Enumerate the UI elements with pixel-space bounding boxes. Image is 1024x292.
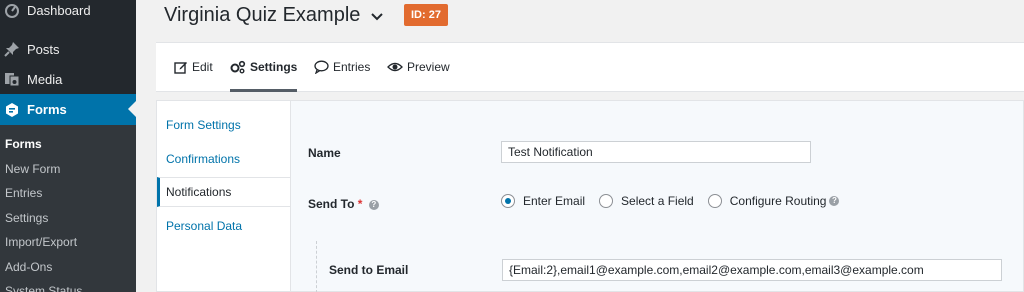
required-marker: * xyxy=(357,197,363,211)
radio-select-field[interactable]: Select a Field xyxy=(599,194,694,208)
form-id-badge: ID: 27 xyxy=(404,4,448,26)
help-icon[interactable]: ? xyxy=(829,196,840,206)
toolbar-label: Settings xyxy=(250,60,298,74)
send-to-label-text: Send To xyxy=(308,197,355,211)
radio-configure-routing[interactable]: Configure Routing ? xyxy=(707,194,840,208)
nav-confirmations[interactable]: Confirmations xyxy=(157,144,291,174)
toolbar-settings[interactable]: Settings xyxy=(230,43,298,92)
toolbar-entries[interactable]: Entries xyxy=(314,43,370,91)
submenu-item-new-form[interactable]: New Form xyxy=(5,162,60,176)
radio-button-checked[interactable] xyxy=(501,194,515,208)
gears-icon xyxy=(230,60,246,74)
radio-enter-email[interactable]: Enter Email xyxy=(501,194,585,208)
eye-icon xyxy=(387,62,403,72)
notification-settings-panel: Name Send To * ? Enter Email Select a Fi… xyxy=(290,100,1024,292)
submenu-item-system-status[interactable]: System Status xyxy=(5,284,82,292)
send-to-radio-group: Enter Email Select a Field Configure Rou… xyxy=(501,194,853,208)
submenu-item-forms[interactable]: Forms xyxy=(5,137,42,151)
send-to-email-section: Send to Email xyxy=(316,241,1024,292)
nav-personal-data[interactable]: Personal Data xyxy=(157,211,291,241)
chevron-down-icon[interactable] xyxy=(370,9,384,23)
name-input[interactable] xyxy=(501,141,811,163)
form-toolbar: Edit Settings Entries Preview xyxy=(156,42,1024,92)
dashboard-icon xyxy=(4,2,20,18)
pin-icon xyxy=(4,41,20,57)
settings-nav: Form Settings Confirmations Notification… xyxy=(156,100,291,292)
submenu-item-import-export[interactable]: Import/Export xyxy=(5,235,77,249)
media-icon xyxy=(4,71,20,87)
admin-sidebar: Dashboard Posts Media Forms Forms New Fo… xyxy=(0,0,136,292)
radio-label: Enter Email xyxy=(523,194,586,208)
submenu-item-entries[interactable]: Entries xyxy=(5,186,42,200)
radio-button[interactable] xyxy=(599,194,614,208)
radio-label: Select a Field xyxy=(621,194,694,208)
nav-form-settings[interactable]: Form Settings xyxy=(157,110,291,140)
comment-icon xyxy=(314,60,329,74)
toolbar-label: Edit xyxy=(192,60,213,74)
menu-item-media[interactable]: Media xyxy=(0,64,136,94)
menu-item-label: Forms xyxy=(27,102,67,117)
radio-button[interactable] xyxy=(707,194,722,208)
menu-item-label: Media xyxy=(27,71,63,87)
menu-item-posts[interactable]: Posts xyxy=(0,34,136,64)
nav-notifications[interactable]: Notifications xyxy=(157,177,291,207)
menu-item-dashboard[interactable]: Dashboard xyxy=(0,0,136,25)
submenu-item-settings[interactable]: Settings xyxy=(5,211,48,225)
menu-item-label: Posts xyxy=(27,41,60,57)
submenu-item-add-ons[interactable]: Add-Ons xyxy=(5,260,52,274)
menu-item-forms[interactable]: Forms xyxy=(0,94,136,125)
edit-icon xyxy=(174,62,187,74)
send-to-email-label: Send to Email xyxy=(329,263,409,277)
toolbar-edit[interactable]: Edit xyxy=(174,43,213,91)
radio-label: Configure Routing xyxy=(729,194,827,208)
send-to-email-input[interactable] xyxy=(502,259,1002,281)
send-to-label: Send To * ? xyxy=(308,197,379,211)
toolbar-label: Preview xyxy=(407,60,450,74)
forms-icon xyxy=(4,102,20,118)
toolbar-label: Entries xyxy=(333,60,371,74)
menu-item-label: Dashboard xyxy=(27,2,91,18)
forms-submenu: Forms New Form Entries Settings Import/E… xyxy=(0,125,136,292)
toolbar-preview[interactable]: Preview xyxy=(387,43,450,91)
page-title: Virginia Quiz Example xyxy=(164,4,361,26)
name-label: Name xyxy=(308,146,341,160)
help-icon[interactable]: ? xyxy=(368,199,379,210)
